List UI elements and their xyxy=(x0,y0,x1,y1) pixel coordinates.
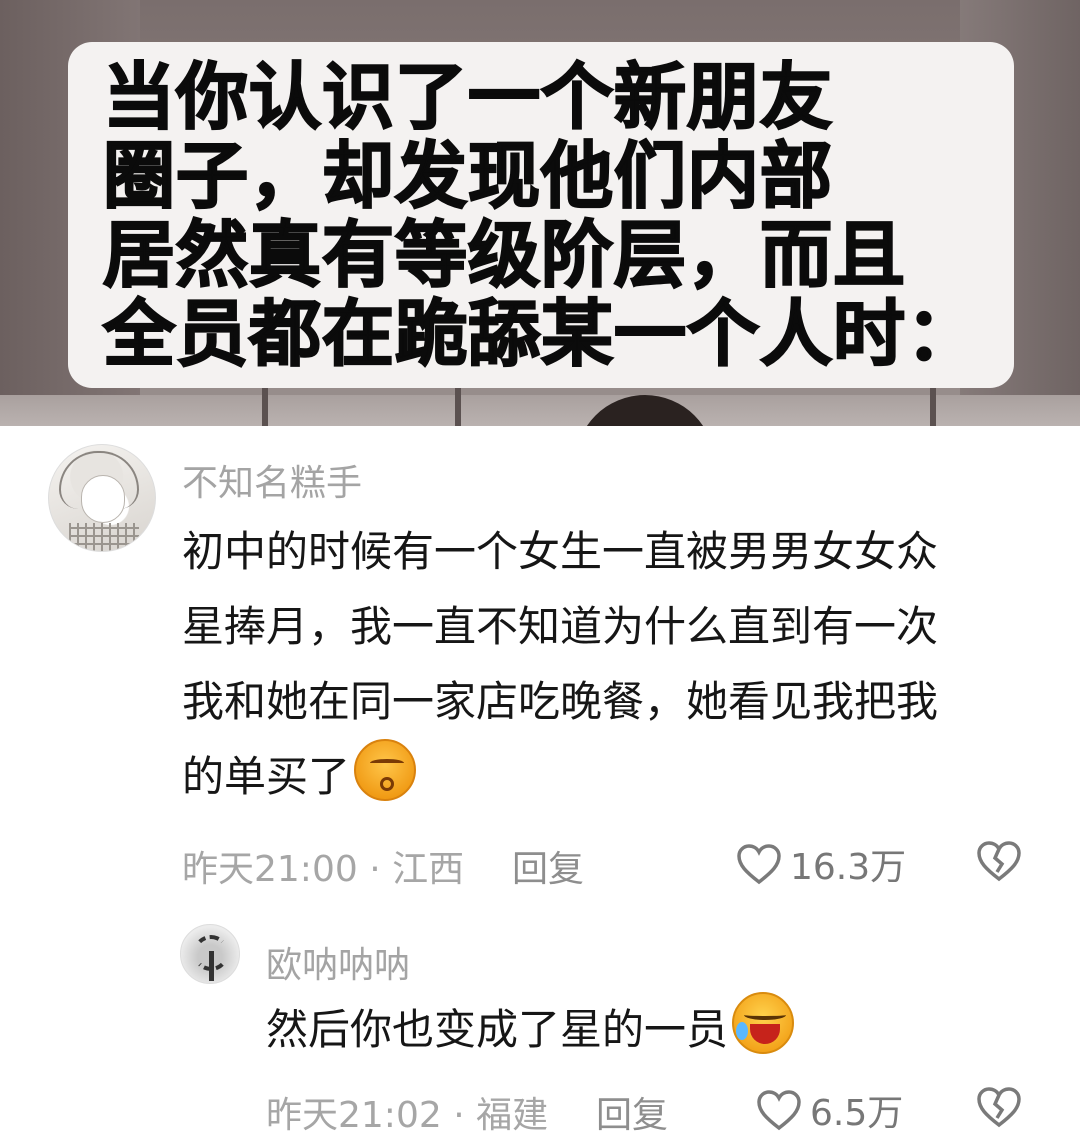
laughing-crying-emoji xyxy=(732,992,795,1054)
comment-line-text: 的单买了 xyxy=(182,752,351,801)
like-count: 6.5万 xyxy=(810,1093,904,1134)
comment-body: 然后你也变成了星的一员 xyxy=(266,992,795,1067)
video-caption-text: 当你认识了一个新朋友 圈子，却发现他们内部 居然真有等级阶层，而且 全员都在跪舔… xyxy=(102,54,979,376)
avatar-plaid-clothing xyxy=(69,523,139,551)
comment-line: 我和她在同一家店吃晚餐，她看见我把我 xyxy=(182,677,939,726)
background-post xyxy=(262,385,268,426)
comment-meta: 昨天21:02 · 福建 xyxy=(266,1086,548,1138)
background-post xyxy=(930,385,936,426)
background-post xyxy=(455,385,461,426)
avatar-palm-trunk xyxy=(209,951,214,981)
reply-button[interactable]: 回复 xyxy=(596,1086,668,1138)
comment-line: 然后你也变成了星的一员 xyxy=(266,992,795,1067)
user-avatar[interactable] xyxy=(48,444,156,552)
comment-section: 不知名糕手 初中的时候有一个女生一直被男男女女众 星捧月，我一直不知道为什么直到… xyxy=(0,426,1080,1145)
background-floor xyxy=(0,395,1080,426)
video-caption-card: 当你认识了一个新朋友 圈子，却发现他们内部 居然真有等级阶层，而且 全员都在跪舔… xyxy=(68,42,1014,388)
like-button[interactable]: 6.5万 xyxy=(756,1084,903,1136)
comment-time: 昨天21:02 xyxy=(266,1095,442,1136)
broken-heart-icon[interactable] xyxy=(976,1086,1022,1128)
meta-separator: · xyxy=(453,1095,465,1136)
like-button[interactable]: 16.3万 xyxy=(736,838,906,890)
comment-line: 的单买了 xyxy=(182,739,938,814)
comment-body: 初中的时候有一个女生一直被男男女女众 星捧月，我一直不知道为什么直到有一次 我和… xyxy=(182,514,938,814)
reply-button[interactable]: 回复 xyxy=(512,840,584,892)
heart-outline-icon xyxy=(736,843,782,885)
comment-line-text: 然后你也变成了星的一员 xyxy=(266,1005,729,1054)
comment-location: 江西 xyxy=(392,849,465,890)
comment-line: 初中的时候有一个女生一直被男男女女众 xyxy=(182,527,939,576)
comment-time: 昨天21:00 xyxy=(182,849,358,890)
comment-line: 星捧月，我一直不知道为什么直到有一次 xyxy=(182,602,939,651)
avatar-face xyxy=(81,475,125,523)
comment-location: 福建 xyxy=(476,1095,549,1136)
video-frame[interactable]: 当你认识了一个新朋友 圈子，却发现他们内部 居然真有等级阶层，而且 全员都在跪舔… xyxy=(0,0,1080,426)
user-avatar[interactable] xyxy=(180,924,240,984)
comment-username[interactable]: 不知名糕手 xyxy=(182,454,362,506)
comment-username[interactable]: 欧呐呐呐 xyxy=(266,936,410,988)
broken-heart-icon[interactable] xyxy=(976,840,1022,882)
comment-item: 不知名糕手 初中的时候有一个女生一直被男男女女众 星捧月，我一直不知道为什么直到… xyxy=(0,426,1080,906)
smug-face-emoji xyxy=(354,739,417,801)
meta-separator: · xyxy=(369,849,381,890)
like-count: 16.3万 xyxy=(790,847,907,888)
heart-outline-icon xyxy=(756,1089,802,1131)
reply-comment-item: 欧呐呐呐 然后你也变成了星的一员 昨天21:02 · 福建 回复 6.5万 xyxy=(0,922,1080,1145)
comment-meta: 昨天21:00 · 江西 xyxy=(182,840,464,892)
